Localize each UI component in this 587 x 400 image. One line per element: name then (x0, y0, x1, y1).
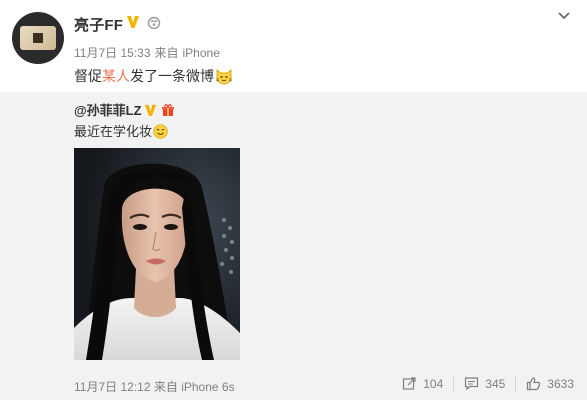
author-name[interactable]: 亮子FF (74, 14, 123, 35)
post-date[interactable]: 11月7日 15:33 (74, 46, 151, 60)
repost-meta: 11月7日 12:12 来自 iPhone 6s (74, 378, 235, 395)
comment-button[interactable]: 345 (464, 376, 505, 391)
repost-source[interactable]: iPhone 6s (181, 380, 234, 394)
verified-v-icon (127, 16, 139, 28)
verified-v-icon (144, 104, 156, 117)
like-count: 3633 (547, 376, 574, 391)
action-divider (453, 376, 455, 391)
repost-card[interactable]: @孙菲菲LZ 最近在学化妆 11月7日 12:12 来自 iPhone 6s 1… (0, 92, 587, 400)
repost-actions: 104 345 3633 (402, 376, 574, 391)
like-button[interactable]: 3633 (526, 376, 574, 391)
author-avatar[interactable] (12, 12, 64, 64)
repost-text: 最近在学化妆 (74, 121, 168, 140)
repost-date[interactable]: 11月7日 12:12 (74, 380, 151, 394)
chevron-down-icon[interactable] (556, 8, 572, 24)
repost-photo[interactable] (74, 148, 240, 360)
post-text-before: 督促 (74, 68, 102, 84)
repost-author[interactable]: @孙菲菲LZ (74, 103, 142, 118)
crown-icon (147, 16, 161, 29)
portrait-image (74, 148, 240, 360)
source-prefix: 来自 (154, 46, 179, 60)
action-divider (515, 376, 517, 391)
post-source[interactable]: iPhone (183, 46, 220, 60)
comment-count: 345 (485, 376, 506, 391)
forward-icon (403, 377, 416, 390)
avatar-image (20, 26, 56, 50)
repost-header: @孙菲菲LZ (74, 100, 176, 119)
post-text-after: 发了一条微博 (130, 68, 214, 84)
weibo-post: 亮子FF 11月7日 15:33 来自 iPhone 督促某人发了一条微博 @孙菲菲… (0, 0, 587, 400)
forward-button[interactable]: 104 (402, 376, 443, 391)
smile-emoji-icon (153, 124, 168, 139)
repost-source-prefix: 来自 (153, 380, 178, 394)
post-text: 督促某人发了一条微博 (74, 66, 233, 86)
thumbs-up-icon (527, 377, 541, 391)
forward-count: 104 (423, 376, 444, 391)
comment-icon (465, 377, 479, 391)
cat-emoji-icon (215, 69, 233, 85)
post-meta: 11月7日 15:33 来自 iPhone (74, 44, 224, 61)
post-text-highlight: 某人 (102, 68, 130, 84)
repost-text-content: 最近在学化妆 (74, 124, 153, 139)
member-badge-icon (161, 104, 174, 116)
